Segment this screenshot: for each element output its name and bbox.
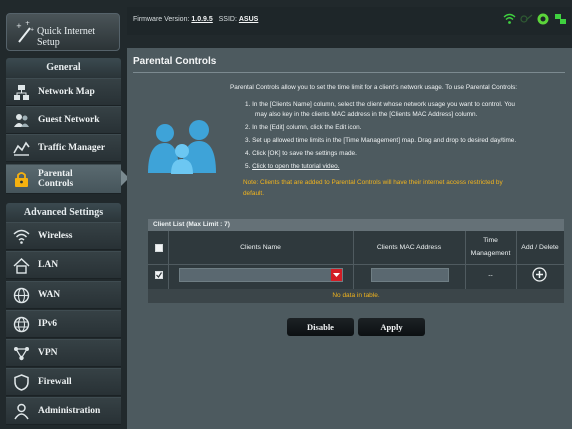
traffic-chart-icon [13,141,30,156]
sidebar-item-label: IPv6 [38,319,57,329]
checkmark-icon [156,272,162,278]
note-line-2: default. [243,190,264,197]
col-header-clients-name: Clients Name [240,244,281,251]
wifi-icon [13,229,30,244]
sidebar-item-label: Traffic Manager [38,143,106,153]
globe-icon [13,287,30,304]
quick-internet-setup-button[interactable]: + + + Quick Internet Setup [6,13,120,51]
sidebar-item-label: Parental Controls [38,169,73,189]
admin-user-icon [14,403,29,420]
select-dropdown-button[interactable] [331,269,342,281]
firmware-version-link[interactable]: 1.0.9.5 [191,16,212,23]
sidebar-item-guest-network[interactable]: Guest Network [6,106,121,134]
note-line-1: Note: Clients that are added to Parental… [243,179,503,186]
step-3: 3. Set up allowed time limits in the [Ti… [245,137,517,144]
general-section-header: General [6,58,121,78]
parental-label: Parental [38,169,73,179]
ssid-label: SSID: [218,16,237,23]
sidebar-item-vpn[interactable]: VPN [6,339,121,367]
col-header-mac: Clients MAC Address [376,244,442,251]
title-divider [133,72,565,73]
sidebar-item-label: LAN [38,260,59,270]
sidebar-item-network-map[interactable]: Network Map [6,78,121,106]
step-1-cont: may also key in the clients MAC address … [255,111,478,118]
step-4: 4. Click [OK] to save the settings made. [245,150,357,157]
disable-button[interactable]: Disable [287,318,354,336]
add-plus-icon[interactable] [532,267,547,282]
vpn-network-icon [14,347,29,361]
svg-text:+: + [16,22,22,30]
row-checkbox[interactable] [155,271,163,279]
no-data-message: No data in table. [148,289,564,303]
tutorial-video-link[interactable]: Click to open the tutorial video. [252,163,339,170]
select-all-checkbox[interactable] [155,244,163,252]
magic-wand-icon: + + + [16,20,34,43]
sidebar-item-label: Wireless [38,231,73,241]
step-2: 2. In the [Edit] column, click the Edit … [245,124,362,131]
sidebar-item-label: Administration [38,406,101,416]
sidebar-item-label: VPN [38,348,58,358]
sidebar-item-wireless[interactable]: Wireless [6,222,121,250]
ipv6-globe-icon [13,316,30,333]
sidebar-item-lan[interactable]: LAN [6,251,121,279]
sidebar-item-traffic-manager[interactable]: Traffic Manager [6,134,121,162]
sidebar-item-firewall[interactable]: Firewall [6,368,121,396]
shield-icon [14,374,29,391]
chevron-down-icon [333,273,340,277]
sidebar-item-label: Firewall [38,377,72,387]
sidebar-item-label: Network Map [38,87,95,97]
firmware-label: Firmware Version: [133,16,190,23]
client-list-title: Client List (Max Limit : 7) [148,219,564,231]
step-1: 1. In the [Clients Name] column, select … [245,101,515,108]
sidebar-item-wan[interactable]: WAN [6,281,121,309]
sidebar-item-ipv6[interactable]: IPv6 [6,310,121,338]
col-header-add-delete: Add / Delete [521,244,559,251]
usb-status-icon[interactable] [520,13,533,25]
col-header-management: Management [470,250,511,257]
page-title: Parental Controls [133,56,217,67]
family-illustration-icon [148,120,216,174]
firmware-info: Firmware Version: 1.0.9.5 SSID: ASUS [133,16,258,23]
ssid-link[interactable]: ASUS [239,16,258,23]
network-map-icon [14,85,29,100]
quick-setup-label: Quick Internet Setup [37,26,96,48]
network-status-icon[interactable] [554,13,567,25]
internet-status-icon[interactable] [537,13,549,25]
lock-icon [15,172,28,187]
step-5: 5. Click to open the tutorial video. [245,162,567,172]
svg-text:+: + [25,20,30,27]
intro-text: Parental Controls allow you to set the t… [230,84,518,91]
col-header-time: Time [483,237,498,244]
sidebar-item-label: Guest Network [38,115,100,125]
clients-name-select[interactable] [179,268,343,282]
sidebar-item-parental-controls[interactable]: Parental Controls [6,164,121,194]
svg-text:+: + [30,27,34,33]
sidebar-item-administration[interactable]: Administration [6,397,121,425]
sidebar-item-label: WAN [38,290,61,300]
wifi-status-icon[interactable] [503,13,516,25]
controls-label: Controls [38,179,74,189]
mac-address-input[interactable] [371,268,449,282]
home-icon [13,257,30,274]
time-management-value[interactable]: -- [465,272,516,279]
guest-users-icon [14,114,29,127]
advanced-settings-header: Advanced Settings [6,203,121,223]
apply-button[interactable]: Apply [358,318,425,336]
